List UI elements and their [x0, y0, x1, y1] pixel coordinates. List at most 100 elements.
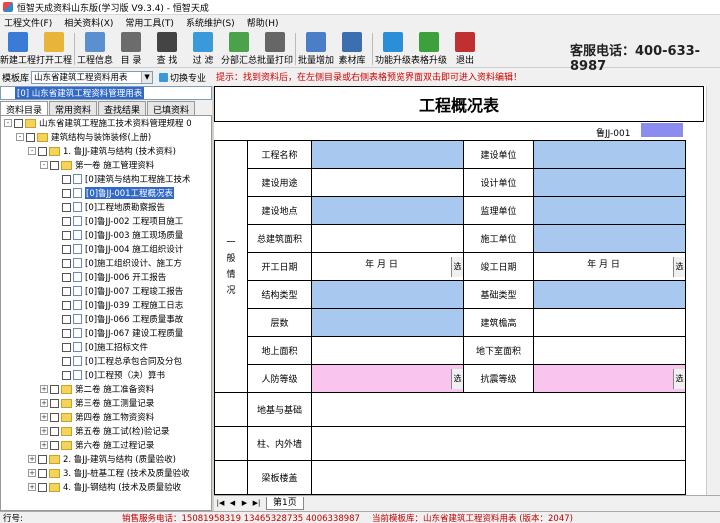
toolbar-button-10[interactable]: 功能升级 [375, 30, 411, 68]
value-cell-wide[interactable] [311, 460, 686, 495]
toolbar-button-3[interactable]: 目 录 [113, 30, 149, 68]
checkbox[interactable] [62, 328, 71, 338]
checkbox[interactable] [62, 370, 71, 380]
checkbox[interactable] [50, 160, 59, 170]
value-cell-left[interactable] [311, 168, 464, 197]
code-input[interactable] [641, 123, 683, 137]
toolbar-button-2[interactable]: 工程信息 [77, 30, 113, 68]
value-cell-left[interactable]: 选年 月 日 [311, 252, 464, 281]
menu-item-2[interactable]: 常用工具(T) [125, 16, 174, 29]
checkbox[interactable] [62, 202, 71, 212]
checkbox[interactable] [62, 188, 71, 198]
tree-node[interactable]: + 第六卷 施工过程记录 [1, 438, 211, 452]
value-cell-right[interactable] [533, 308, 686, 337]
expand-icon[interactable]: + [40, 385, 48, 393]
template-select[interactable]: 山东省建筑工程资料用表 ▼ [31, 70, 154, 84]
expand-icon[interactable]: + [28, 455, 36, 463]
tree-node[interactable]: +4. 鲁JJ-钢结构 (技术及质量验收 [1, 480, 211, 494]
left-tab-1[interactable]: 常用资料 [49, 101, 98, 116]
checkbox[interactable] [62, 216, 71, 226]
prev-page-icon[interactable]: ◀ [227, 498, 238, 509]
tree-node[interactable]: [0]工程预（决）算书 [1, 368, 211, 382]
checkbox[interactable] [62, 272, 71, 282]
checkbox[interactable] [38, 454, 47, 464]
checkbox[interactable] [62, 230, 71, 240]
tree-node[interactable]: - 1. 鲁JJ-建筑与结构 (技术资料) [1, 144, 211, 158]
toolbar-button-7[interactable]: 批量打印 [257, 30, 293, 68]
last-page-icon[interactable]: ▶| [251, 498, 262, 509]
tree-node[interactable]: [0]鲁JJ-067 建设工程质量 [1, 326, 211, 340]
value-cell-left[interactable] [311, 280, 464, 309]
value-cell-right[interactable] [533, 336, 686, 365]
checkbox[interactable] [50, 384, 59, 394]
switch-profession-button[interactable]: 切换专业 [159, 71, 206, 84]
left-tab-3[interactable]: 已填资料 [147, 101, 196, 116]
tree-node[interactable]: [0]鲁JJ-007 工程竣工报告 [1, 284, 211, 298]
value-cell-right[interactable]: 选 [533, 364, 686, 393]
toolbar-button-8[interactable]: 批量增加 [298, 30, 334, 68]
tree-node[interactable]: [0]建筑与结构工程施工技术 [1, 172, 211, 186]
value-cell-left[interactable] [311, 224, 464, 253]
toolbar-button-12[interactable]: 退出 [447, 30, 483, 68]
expand-icon[interactable]: + [40, 441, 48, 449]
value-cell-left[interactable] [311, 308, 464, 337]
tree-node[interactable]: [0]鲁JJ-001工程概况表 [1, 186, 211, 200]
toolbar-button-11[interactable]: 表格升级 [411, 30, 447, 68]
tree-node[interactable]: [0]施工招标文件 [1, 340, 211, 354]
checkbox[interactable] [14, 118, 23, 128]
sheet-preview[interactable]: 工程概况表 鲁JJ-001 一 般 情 况工程名称 建设单位 建设用途 设计单位 建设地… [214, 86, 720, 495]
checkbox[interactable] [62, 258, 71, 268]
tree-node[interactable]: +3. 鲁JJ-桩基工程 (技术及质量验收 [1, 466, 211, 480]
select-button[interactable]: 选 [451, 368, 463, 389]
menu-item-0[interactable]: 工程文件(F) [4, 16, 52, 29]
checkbox[interactable] [50, 398, 59, 408]
catalog-tree[interactable]: - 山东省建筑工程施工技术资料管理规程 0 - 建筑结构与装饰装修(上册) - 1. 鲁J… [0, 115, 212, 511]
tree-node[interactable]: [0]施工组织设计、施工方 [1, 256, 211, 270]
expand-icon[interactable]: + [40, 399, 48, 407]
checkbox[interactable] [50, 412, 59, 422]
checkbox[interactable] [62, 300, 71, 310]
tree-node[interactable]: [0]鲁JJ-004 施工组织设计 [1, 242, 211, 256]
value-cell-left[interactable] [311, 196, 464, 225]
tree-node[interactable]: [0]鲁JJ-003 施工现场质量 [1, 228, 211, 242]
tree-node[interactable]: + 第三卷 施工测量记录 [1, 396, 211, 410]
value-cell-right[interactable] [533, 224, 686, 253]
checkbox[interactable] [62, 342, 71, 352]
tree-node[interactable]: [0]鲁JJ-002 工程项目施工 [1, 214, 211, 228]
toolbar-button-4[interactable]: 查 找 [149, 30, 185, 68]
value-cell-left[interactable] [311, 336, 464, 365]
tree-node[interactable]: - 第一卷 施工管理资料 [1, 158, 211, 172]
expand-icon[interactable]: + [40, 413, 48, 421]
checkbox[interactable] [26, 132, 35, 142]
checkbox[interactable] [50, 440, 59, 450]
left-tab-2[interactable]: 查找结果 [98, 101, 147, 116]
toolbar-button-1[interactable]: 打开工程 [36, 30, 72, 68]
vertical-scrollbar[interactable] [706, 86, 720, 495]
tree-node[interactable]: [0]工程地质勘察报告 [1, 200, 211, 214]
tree-node[interactable]: + 第二卷 施工准备资料 [1, 382, 211, 396]
tree-node[interactable]: + 第五卷 施工试(检)验记录 [1, 424, 211, 438]
checkbox[interactable] [62, 356, 71, 366]
checkbox[interactable] [62, 244, 71, 254]
expand-icon[interactable]: + [28, 469, 36, 477]
next-page-icon[interactable]: ▶ [239, 498, 250, 509]
toolbar-button-9[interactable]: 素材库 [334, 30, 370, 68]
tree-node[interactable]: [0]工程总承包合同及分包 [1, 354, 211, 368]
select-button[interactable]: 选 [673, 368, 685, 389]
collapse-icon[interactable]: - [28, 147, 36, 155]
value-cell-right[interactable] [533, 196, 686, 225]
value-cell-right[interactable] [533, 140, 686, 169]
collapse-icon[interactable]: - [40, 161, 48, 169]
sheet-tab-page1[interactable]: 第1页 [266, 496, 304, 510]
checkbox[interactable] [62, 174, 71, 184]
collapse-icon[interactable]: - [4, 119, 12, 127]
value-cell-wide[interactable] [311, 426, 686, 461]
checkbox[interactable] [38, 482, 47, 492]
value-cell-wide[interactable] [311, 392, 686, 427]
collapse-icon[interactable]: - [16, 133, 24, 141]
checkbox[interactable] [38, 468, 47, 478]
first-page-icon[interactable]: |◀ [215, 498, 226, 509]
value-cell-right[interactable] [533, 168, 686, 197]
menu-item-1[interactable]: 相关资料(X) [64, 16, 113, 29]
tree-node[interactable]: [0]鲁JJ-006 开工报告 [1, 270, 211, 284]
